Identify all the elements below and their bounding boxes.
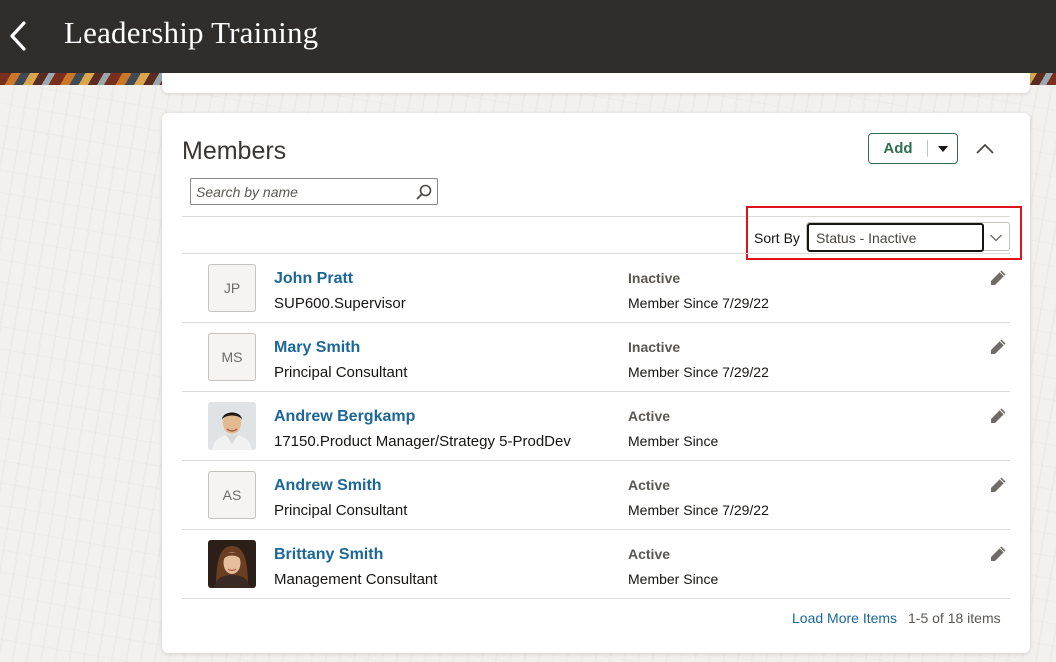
- chevron-left-icon: [10, 21, 26, 51]
- pencil-icon: [991, 270, 1006, 285]
- status-text: Active: [628, 477, 671, 493]
- avatar-initials: AS: [222, 487, 242, 503]
- member-job: Principal Consultant: [274, 502, 408, 519]
- pencil-icon: [991, 408, 1006, 423]
- member-job: Management Consultant: [274, 571, 438, 588]
- profile-photo-icon: [208, 402, 256, 450]
- avatar: [208, 540, 256, 588]
- member-name-link[interactable]: Andrew Smith: [274, 477, 382, 495]
- avatar: JP: [208, 264, 256, 312]
- collapse-section-button[interactable]: [974, 137, 996, 159]
- pencil-icon: [991, 477, 1006, 492]
- chevron-up-icon: [976, 143, 994, 153]
- page-title: Leadership Training: [64, 15, 319, 50]
- member-since: Member Since: [628, 571, 719, 587]
- sort-by-label: Sort By: [754, 230, 800, 246]
- list-item: JP John Pratt SUP600.Supervisor Inactive…: [182, 254, 1010, 323]
- edit-member-button[interactable]: [988, 337, 1008, 357]
- member-job: 17150.Product Manager/Strategy 5-ProdDev: [274, 433, 571, 450]
- previous-section-card: [162, 73, 1030, 93]
- search-field: [190, 178, 438, 205]
- add-member-button[interactable]: Add: [868, 133, 958, 164]
- edit-member-button[interactable]: [988, 406, 1008, 426]
- avatar-initials: MS: [221, 349, 243, 365]
- pencil-icon: [991, 339, 1006, 354]
- status-text: Active: [628, 546, 671, 562]
- members-list: JP John Pratt SUP600.Supervisor Inactive…: [182, 254, 1010, 599]
- list-item: MS Mary Smith Principal Consultant Inact…: [182, 323, 1010, 392]
- members-card: Members Add Sort By Status - Inactive: [162, 113, 1030, 653]
- avatar: [208, 402, 256, 450]
- search-icon[interactable]: [416, 184, 432, 200]
- avatar: MS: [208, 333, 256, 381]
- back-button[interactable]: [6, 18, 30, 54]
- status-text: Active: [628, 408, 671, 424]
- sort-dropdown-toggle[interactable]: [983, 223, 1009, 252]
- members-title: Members: [182, 137, 287, 165]
- chevron-down-icon: [990, 234, 1002, 241]
- member-since: Member Since: [628, 433, 719, 449]
- member-since: Member Since 7/29/22: [628, 502, 769, 518]
- edit-member-button[interactable]: [988, 475, 1008, 495]
- toolbar-divider: [182, 216, 1010, 217]
- list-item: Andrew Bergkamp 17150.Product Manager/St…: [182, 392, 1010, 461]
- member-name-link[interactable]: John Pratt: [274, 270, 353, 288]
- list-item: Brittany Smith Management Consultant Act…: [182, 530, 1010, 599]
- status-text: Inactive: [628, 270, 681, 286]
- search-input[interactable]: [196, 182, 408, 202]
- member-name-link[interactable]: Mary Smith: [274, 339, 360, 357]
- add-button-label: Add: [883, 140, 913, 157]
- member-job: SUP600.Supervisor: [274, 295, 406, 312]
- add-menu-dropdown[interactable]: [928, 134, 957, 163]
- app-header: Leadership Training: [0, 0, 1056, 73]
- member-name-link[interactable]: Andrew Bergkamp: [274, 408, 415, 426]
- member-since: Member Since 7/29/22: [628, 364, 769, 380]
- pencil-icon: [991, 546, 1006, 561]
- items-count: 1-5 of 18 items: [908, 610, 1001, 626]
- profile-photo-icon: [208, 540, 256, 588]
- avatar: AS: [208, 471, 256, 519]
- sort-by-select[interactable]: Status - Inactive: [806, 222, 1010, 252]
- sort-by-value: Status - Inactive: [807, 223, 984, 252]
- member-since: Member Since 7/29/22: [628, 295, 769, 311]
- caret-down-icon: [937, 145, 948, 152]
- avatar-initials: JP: [223, 280, 241, 296]
- edit-member-button[interactable]: [988, 544, 1008, 564]
- member-name-link[interactable]: Brittany Smith: [274, 546, 383, 564]
- load-more-link[interactable]: Load More Items: [792, 610, 897, 626]
- edit-member-button[interactable]: [988, 268, 1008, 288]
- member-job: Principal Consultant: [274, 364, 408, 381]
- status-text: Inactive: [628, 339, 681, 355]
- list-item: AS Andrew Smith Principal Consultant Act…: [182, 461, 1010, 530]
